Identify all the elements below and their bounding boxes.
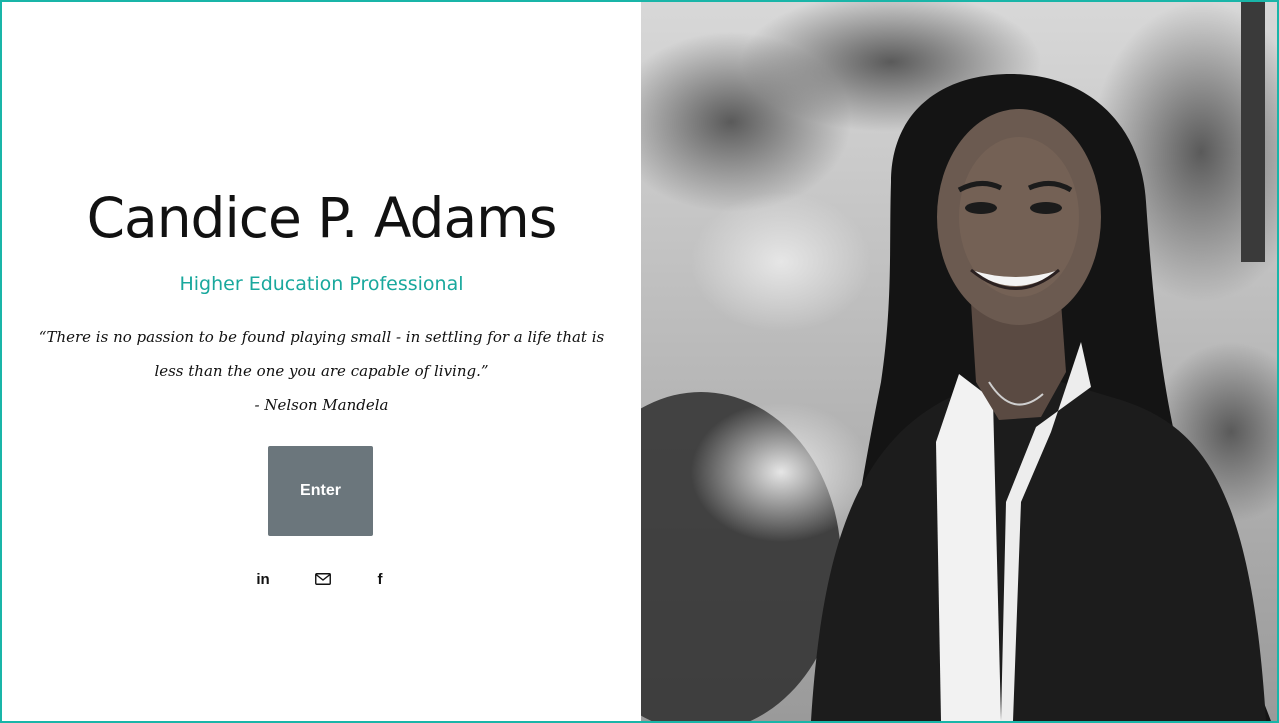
linkedin-icon[interactable]: in xyxy=(251,567,275,591)
linkedin-label: in xyxy=(256,570,270,588)
quote-line-2: less than the one you are capable of liv… xyxy=(154,362,489,380)
facebook-icon[interactable]: f xyxy=(368,567,392,591)
portrait-image xyxy=(641,2,1277,721)
envelope-icon xyxy=(315,573,331,585)
quote-line-1: “There is no passion to be found playing… xyxy=(38,328,605,346)
quote-attribution: - Nelson Mandela xyxy=(254,396,389,414)
facebook-label: f xyxy=(377,570,383,588)
intro-panel: Candice P. Adams Higher Education Profes… xyxy=(2,2,641,721)
profile-name: Candice P. Adams xyxy=(86,186,558,250)
quote: “There is no passion to be found playing… xyxy=(32,320,611,422)
email-icon[interactable] xyxy=(311,567,335,591)
page-frame: Candice P. Adams Higher Education Profes… xyxy=(0,0,1279,723)
enter-button[interactable]: Enter xyxy=(268,446,373,536)
profile-title: Higher Education Professional xyxy=(179,273,464,295)
portrait-photo xyxy=(641,2,1277,721)
